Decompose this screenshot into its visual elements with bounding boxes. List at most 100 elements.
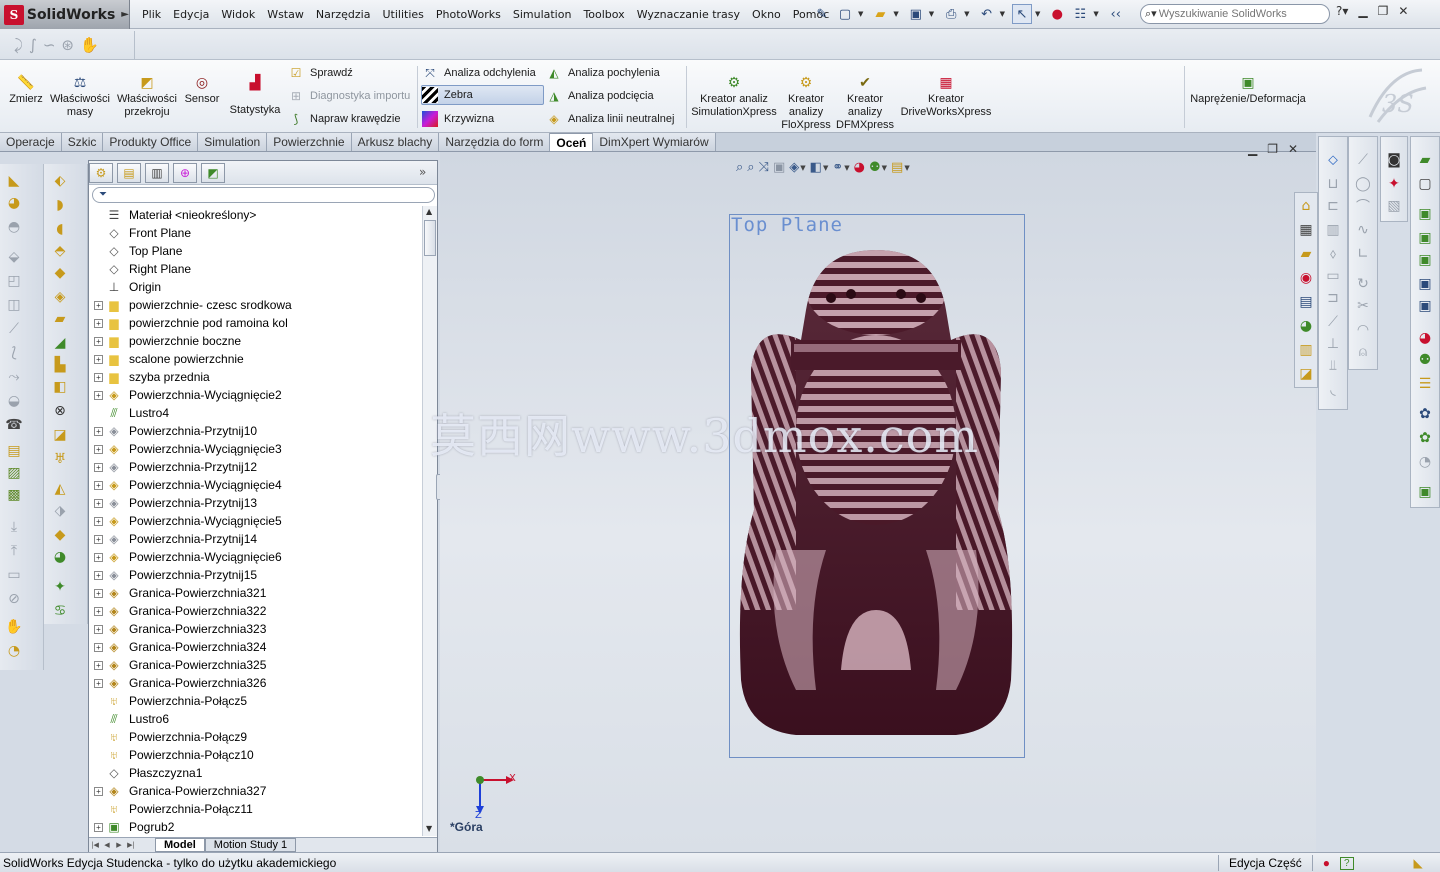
zoom-to-fit-icon[interactable]: ⌕ [736,160,743,175]
expand-toggle-icon[interactable]: + [94,300,103,310]
menu-toolbox[interactable]: Toolbox [577,8,630,21]
tab-surfaces[interactable]: Powierzchnie [267,133,352,151]
doc-minimize-icon[interactable]: ▁ [1248,142,1257,156]
rebuild-status-icon[interactable]: ● [1323,856,1330,870]
expand-toggle-icon[interactable]: + [94,552,103,562]
expand-toggle-icon[interactable]: + [94,534,103,544]
scroll-up-icon[interactable]: ▲ [426,207,432,216]
sketch-tool-4-icon[interactable]: ⊛ [61,36,74,54]
menu-file[interactable]: Plik [136,8,167,21]
scene-icon[interactable]: ▣ [1416,229,1434,247]
search-icon[interactable]: ⌕▾ [1145,7,1157,21]
tree-item[interactable]: + ◈ Granica-Powierzchnia326 [89,674,421,692]
simulationxpress-wizard-button[interactable]: ⚙ Kreator analiz SimulationXpress [690,73,778,119]
expand-toggle-icon[interactable]: + [94,444,103,454]
search-input[interactable] [1158,8,1319,20]
doc-close-icon[interactable]: ✕ [1288,142,1298,156]
reference-geometry-icon[interactable]: ⤓ [5,518,23,536]
hole-wizard-icon[interactable]: ☎ [5,416,23,434]
tree-item[interactable]: + ◈ Powierzchnia-Przytnij14 [89,530,421,548]
draft-icon[interactable]: ⤳ [5,368,23,386]
save-dropdown-icon[interactable]: ▼ [929,10,934,18]
decal-icon[interactable]: ▣ [1416,251,1434,269]
recent-documents-icon[interactable]: ◪ [1297,365,1315,383]
tree-item[interactable]: ⫻ Lustro6 [89,710,421,728]
database-icon[interactable]: ☰ [1416,375,1434,393]
untrim-surface-icon[interactable]: ◕ [51,548,69,566]
baseline-dimension-icon[interactable]: ▥ [1324,221,1342,239]
tab-mold-tools[interactable]: Narzędzia do form [439,133,551,151]
doc-restore-icon[interactable]: ❐ [1267,142,1278,156]
apply-scene-icon[interactable]: ⚉ [869,160,881,175]
offset-surface-icon[interactable]: ◢ [51,334,69,352]
car-body-zebra-model[interactable] [736,250,1016,740]
tree-item[interactable]: + ◈ Granica-Powierzchnia325 [89,656,421,674]
dfmxpress-wizard-button[interactable]: ✔ Kreator analizy DFMXpress [836,73,894,132]
undo-icon[interactable]: ↶ [977,4,997,24]
curves-icon[interactable]: ⤒ [5,542,23,560]
menu-photoworks[interactable]: PhotoWorks [430,8,507,21]
view-orientation-icon[interactable]: ◈ [789,160,799,175]
tree-item[interactable]: ♅ Powierzchnia-Połącz10 [89,746,421,764]
sketch-tool-5-icon[interactable]: ✋ [80,36,99,54]
logo-menu-arrow-icon[interactable]: ► [121,9,129,20]
lighting-icon[interactable]: ▣ [1416,297,1434,315]
expand-toggle-icon[interactable]: + [94,498,103,508]
revolve-boss-icon[interactable]: ◕ [5,194,23,212]
expand-toggle-icon[interactable]: + [94,642,103,652]
thicken-tool-icon[interactable]: ◭ [51,480,69,498]
zebra-stripes-button[interactable]: Zebra [421,85,544,105]
next-tab-icon[interactable]: ▶ [113,839,125,851]
print-dropdown-icon[interactable]: ▼ [964,10,969,18]
rebuild-icon[interactable]: ● [1047,4,1067,24]
planar-surface-icon[interactable]: ▰ [51,310,69,328]
tree-item[interactable]: + ▆ powierzchnie pod ramoina kol [89,314,421,332]
tree-item[interactable]: + ▆ powierzchnie boczne [89,332,421,350]
tree-item[interactable]: + ◈ Granica-Powierzchnia321 [89,584,421,602]
first-tab-icon[interactable]: |◀ [89,839,101,851]
tab-model[interactable]: Model [155,838,205,852]
mass-properties-button[interactable]: ⚖ Właściwości masy [48,73,112,119]
sketch-tool-3-icon[interactable]: ∽ [43,36,56,54]
menu-utilities[interactable]: Utilities [376,8,429,21]
expand-toggle-icon[interactable]: + [94,462,103,472]
tree-item[interactable]: + ▆ szyba przednia [89,368,421,386]
extrude-boss-icon[interactable]: ◣ [5,172,23,190]
mirror-entities-icon[interactable]: ⍝ [1354,343,1372,361]
undo-dropdown-icon[interactable]: ▼ [1000,10,1005,18]
tree-item[interactable]: + ◈ Powierzchnia-Przytnij12 [89,458,421,476]
revolved-surface-icon[interactable]: ◗ [51,196,69,214]
freeform-icon[interactable]: ♋ [51,602,69,620]
display-style-dropdown-icon[interactable]: ▼ [823,164,828,172]
render-last-icon[interactable]: ✿ [1416,429,1434,447]
configurationmanager-icon[interactable]: ▥ [145,163,169,183]
search-results-icon[interactable]: ◉ [1297,269,1315,287]
add-relation-icon[interactable]: ⫫ [1324,357,1342,375]
offset-entities-icon[interactable]: ◠ [1354,321,1372,339]
tree-item[interactable]: + ◈ Granica-Powierzchnia322 [89,602,421,620]
expand-toggle-icon[interactable]: + [94,606,103,616]
pin-icon[interactable]: ✎ [812,4,832,24]
tree-item[interactable]: + ◈ Powierzchnia-Przytnij15 [89,566,421,584]
radiate-surface-icon[interactable]: ◧ [51,378,69,396]
rib-icon[interactable]: ⟋ [5,320,23,338]
file-explorer-icon[interactable]: ▰ [1297,245,1315,263]
chamfer-dimension-icon[interactable]: ▭ [1324,267,1342,285]
last-tab-icon[interactable]: ▶| [125,839,137,851]
color-ball-icon[interactable]: ◕ [1416,329,1434,347]
material-editor-icon[interactable]: ▣ [1416,275,1434,293]
sweep-icon[interactable]: ◓ [5,218,23,236]
menu-window[interactable]: Okno [746,8,787,21]
line-icon[interactable]: ⟋ [1354,151,1372,169]
close-icon[interactable]: ✕ [1398,4,1408,18]
check-button[interactable]: ☑ Sprawdź [288,63,353,83]
scroll-down-icon[interactable]: ▼ [426,824,432,833]
menu-simulation[interactable]: Simulation [507,8,578,21]
horizontal-dimension-icon[interactable]: ⊔ [1324,175,1342,193]
angular-dimension-icon[interactable]: ⊐ [1324,289,1342,307]
search-box[interactable]: ⌕▾ [1140,4,1330,24]
new-dropdown-icon[interactable]: ▼ [858,10,863,18]
menu-view[interactable]: Widok [215,8,261,21]
scale-icon[interactable]: ⊘ [5,590,23,608]
menu-tools[interactable]: Narzędzia [310,8,377,21]
